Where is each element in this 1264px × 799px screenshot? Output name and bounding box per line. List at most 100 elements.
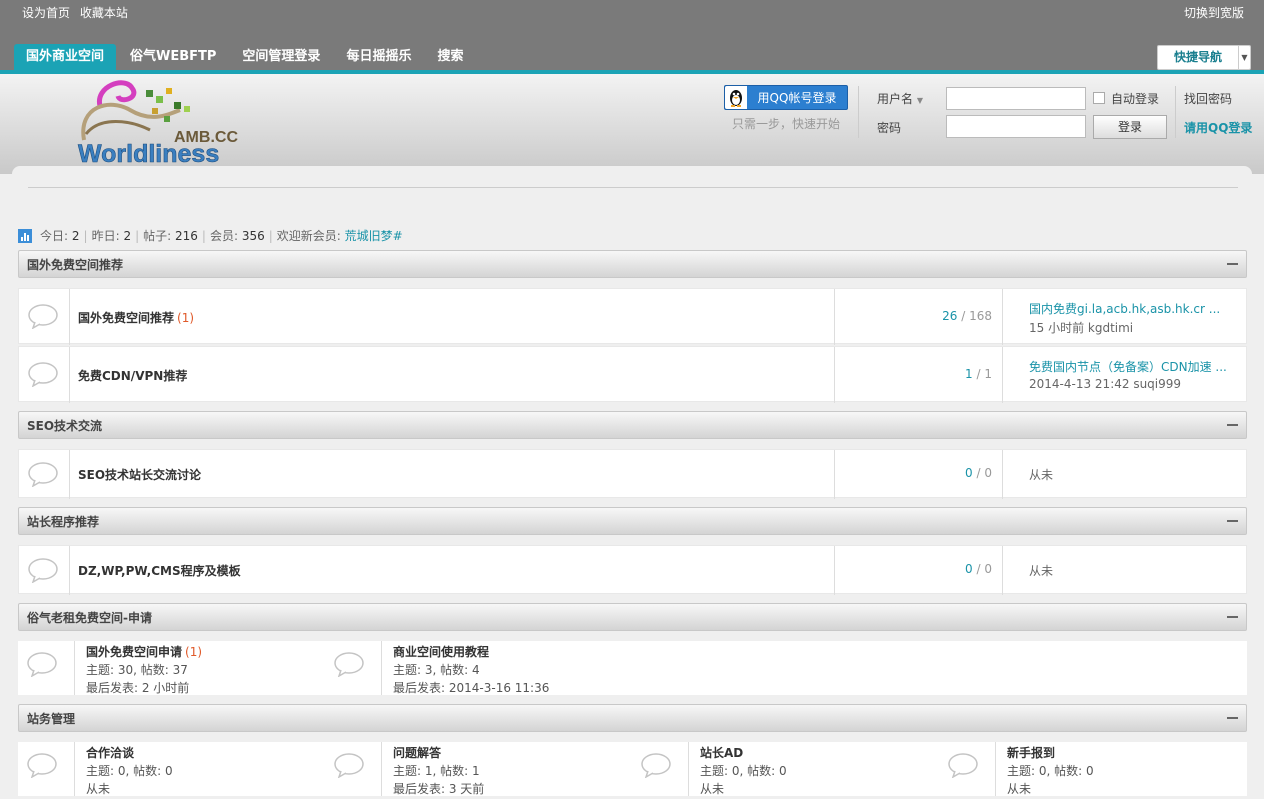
divider <box>69 450 70 499</box>
penguin-icon <box>725 86 747 109</box>
forum-name[interactable]: SEO技术站长交流讨论 <box>78 466 201 483</box>
stat-posts-label: 帖子: <box>143 229 172 243</box>
divider <box>688 742 689 796</box>
qq-login-button[interactable]: 用QQ帐号登录 <box>724 85 848 110</box>
forum-row: 免费CDN/VPN推荐 1 / 1 免费国内节点（免备案）CDN加速 ... 2… <box>18 346 1247 403</box>
nav-tab-commercial-space[interactable]: 国外商业空间 <box>14 44 117 70</box>
quick-nav-dropdown[interactable]: 快捷导航 ▼ <box>1157 45 1251 70</box>
divider <box>1002 347 1003 403</box>
forum-last-post: 从未 <box>86 782 111 796</box>
minus-icon[interactable] <box>1227 717 1238 719</box>
bookmark-link[interactable]: 收藏本站 <box>80 6 128 20</box>
divider <box>69 289 70 345</box>
speech-bubble-icon <box>334 652 364 677</box>
thread-post-count: 0 / 0 <box>965 562 992 576</box>
switch-width-link[interactable]: 切换到宽版 <box>1184 4 1244 21</box>
header: AMB.CC Worldliness 用QQ帐号登录 只需一步，快速开始 用户名… <box>0 74 1264 174</box>
nav-tab-space-login[interactable]: 空间管理登录 <box>230 44 332 70</box>
minus-icon[interactable] <box>1227 424 1238 426</box>
last-post-meta: 2014-4-13 21:42 suqi999 <box>1029 377 1182 391</box>
category-title[interactable]: SEO技术交流 <box>27 417 102 434</box>
divider <box>1002 289 1003 345</box>
forum-stats-text: 主题: 3, 帖数: 4 <box>393 663 480 677</box>
category-title[interactable]: 站长程序推荐 <box>27 513 99 530</box>
category-header[interactable]: SEO技术交流 <box>18 411 1247 439</box>
welcome-label: 欢迎新会员: <box>276 229 341 243</box>
divider <box>1002 546 1003 595</box>
last-post-title[interactable]: 免费国内节点（免备案）CDN加速 ... <box>1029 358 1239 375</box>
nav-tab-webftp[interactable]: 俗气WEBFTP <box>118 44 228 70</box>
category-title[interactable]: 国外免费空间推荐 <box>27 256 123 273</box>
speech-bubble-icon <box>27 753 57 778</box>
thread-post-count: 0 / 0 <box>965 466 992 480</box>
forum-name[interactable]: 问题解答 <box>393 744 484 762</box>
divider <box>381 641 382 695</box>
username-input[interactable] <box>946 87 1086 110</box>
bar-chart-icon[interactable] <box>18 228 32 243</box>
site-logo[interactable]: AMB.CC Worldliness <box>70 76 260 168</box>
set-home-link[interactable]: 设为首页 <box>22 6 70 20</box>
minus-icon[interactable] <box>1227 520 1238 522</box>
password-input[interactable] <box>946 115 1086 138</box>
username-label[interactable]: 用户名 ▼ <box>877 90 923 107</box>
auto-login-checkbox[interactable] <box>1093 92 1105 104</box>
stat-members-label: 会员: <box>209 229 238 243</box>
category-title[interactable]: 俗气老租免费空间-申请 <box>27 609 152 626</box>
forum-name[interactable]: 免费CDN/VPN推荐 <box>78 367 187 384</box>
forum-row: DZ,WP,PW,CMS程序及模板 0 / 0 从未 <box>18 545 1247 595</box>
forum-name[interactable]: DZ,WP,PW,CMS程序及模板 <box>78 562 241 579</box>
divider <box>381 742 382 796</box>
last-post-meta: 15 小时前 kgdtimi <box>1029 321 1134 335</box>
forum-name[interactable]: 商业空间使用教程 <box>393 643 549 661</box>
forum-name[interactable]: 国外免费空间申请 (1) <box>86 643 202 661</box>
new-member-link[interactable]: 荒城旧梦# <box>345 227 403 244</box>
top-bar: 设为首页 收藏本站 切换到宽版 国外商业空间 俗气WEBFTP 空间管理登录 每… <box>0 0 1264 70</box>
forum-grid-text: 商业空间使用教程 主题: 3, 帖数: 4 最后发表: 2014-3-16 11… <box>393 643 549 697</box>
forum-grid-cell: 新手报到 主题: 0, 帖数: 0 从未 <box>939 742 1246 796</box>
category-header[interactable]: 站务管理 <box>18 704 1247 732</box>
category-header[interactable]: 站长程序推荐 <box>18 507 1247 535</box>
breadcrumb-divider <box>28 187 1238 188</box>
forum-last-post: 从未 <box>1007 782 1032 796</box>
forum-last-post: 最后发表: 2014-3-16 11:36 <box>393 681 550 695</box>
forum-last-post: 从未 <box>700 782 725 796</box>
minus-icon[interactable] <box>1227 263 1238 265</box>
speech-bubble-icon <box>641 753 671 778</box>
forum-stats-text: 主题: 30, 帖数: 37 <box>86 663 188 677</box>
divider <box>74 742 75 796</box>
forum-grid-text: 问题解答 主题: 1, 帖数: 1 最后发表: 3 天前 <box>393 744 484 798</box>
today-count: (1) <box>185 645 203 659</box>
password-label: 密码 <box>877 121 902 135</box>
nav-tab-daily-lottery[interactable]: 每日摇摇乐 <box>334 44 423 70</box>
forum-name[interactable]: 新手报到 <box>1007 744 1094 762</box>
minus-icon[interactable] <box>1227 616 1238 618</box>
stat-today: 2 <box>71 228 80 243</box>
qq-login-link[interactable]: 请用QQ登录 <box>1184 119 1252 136</box>
divider <box>69 347 70 403</box>
forum-grid-text: 站长AD 主题: 0, 帖数: 0 从未 <box>700 744 787 798</box>
last-post-title[interactable]: 国内免费gi.la,acb.hk,asb.hk.cr ... <box>1029 300 1239 317</box>
forum-grid-text: 合作洽谈 主题: 0, 帖数: 0 从未 <box>86 744 173 798</box>
forum-name[interactable]: 站长AD <box>700 744 787 762</box>
find-password-link[interactable]: 找回密码 <box>1184 90 1232 107</box>
speech-bubble-icon <box>28 558 58 583</box>
main-nav: 国外商业空间 俗气WEBFTP 空间管理登录 每日摇摇乐 搜索 <box>14 44 477 70</box>
forum-name[interactable]: 国外免费空间推荐 (1) <box>78 309 194 326</box>
category-header[interactable]: 国外免费空间推荐 <box>18 250 1247 278</box>
quick-nav-label: 快捷导航 <box>1173 50 1222 64</box>
divider <box>858 86 859 138</box>
login-button[interactable]: 登录 <box>1093 115 1167 139</box>
qq-login-hint: 只需一步，快速开始 <box>732 117 841 131</box>
speech-bubble-icon <box>334 753 364 778</box>
divider <box>1002 450 1003 499</box>
divider <box>834 450 835 499</box>
forum-name[interactable]: 合作洽谈 <box>86 744 173 762</box>
speech-bubble-icon <box>28 362 58 387</box>
nav-tab-search[interactable]: 搜索 <box>425 44 475 70</box>
last-post: 免费国内节点（免备案）CDN加速 ... 2014-4-13 21:42 suq… <box>1029 358 1239 391</box>
auto-login-label: 自动登录 <box>1111 92 1160 106</box>
top-links: 设为首页 收藏本站 <box>22 4 134 21</box>
category-title[interactable]: 站务管理 <box>27 710 75 727</box>
forum-grid-cell: 商业空间使用教程 主题: 3, 帖数: 4 最后发表: 2014-3-16 11… <box>325 641 632 695</box>
category-header[interactable]: 俗气老租免费空间-申请 <box>18 603 1247 631</box>
